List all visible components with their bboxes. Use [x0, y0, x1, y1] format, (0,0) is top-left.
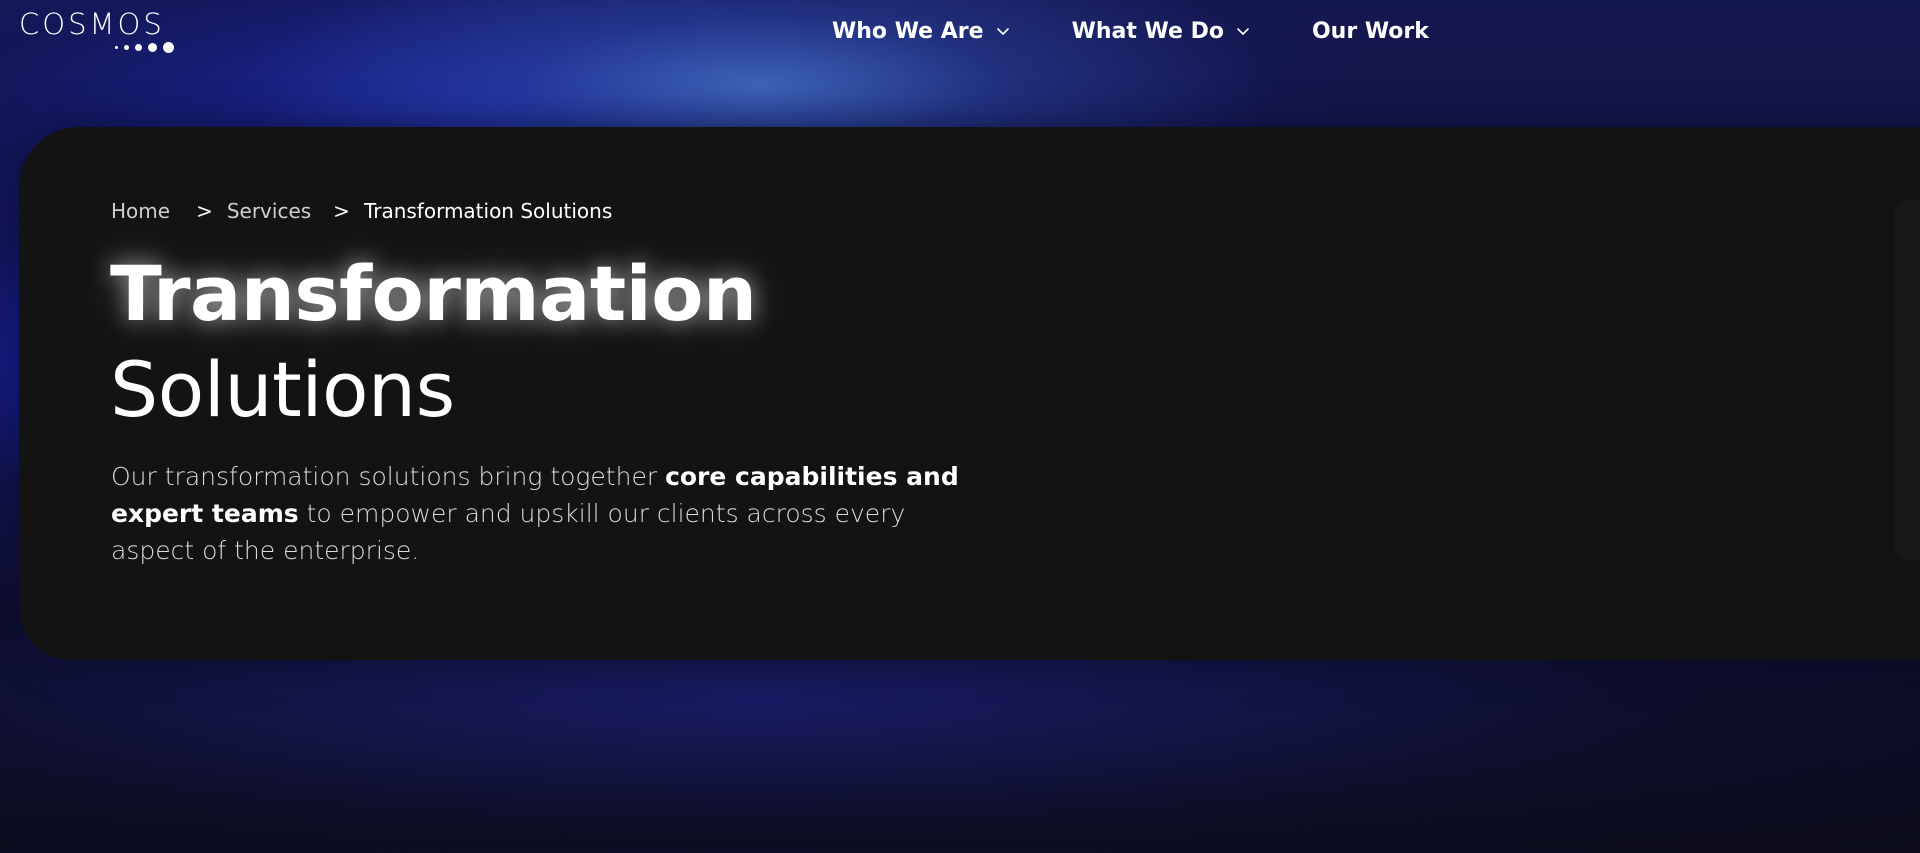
nav-item-our-work[interactable]: Our Work	[1312, 14, 1429, 48]
page-title-line1: Transformation	[110, 249, 757, 338]
brand-logo[interactable]: COSMOS	[19, 10, 189, 56]
page-title: Transformation Solutions	[110, 246, 757, 438]
hero-description-text: Our transformation solutions bring toget…	[111, 462, 666, 491]
breadcrumb-home[interactable]: Home	[111, 199, 170, 223]
breadcrumb-separator: >	[196, 199, 213, 223]
breadcrumb-services[interactable]: Services	[227, 199, 311, 223]
nav-item-label: What We Do	[1071, 18, 1224, 44]
breadcrumb-current: Transformation Solutions	[363, 199, 613, 223]
main-navigation: Who We Are What We Do Our Work	[832, 14, 1491, 48]
chevron-down-icon	[1237, 28, 1249, 35]
nav-item-label: Who We Are	[832, 18, 984, 44]
breadcrumb-separator: >	[333, 199, 350, 223]
breadcrumb: Home > Services > Transformation Solutio…	[111, 199, 612, 223]
edge-panel	[1894, 200, 1920, 560]
nav-item-label: Our Work	[1311, 18, 1429, 44]
nav-item-who-we-are[interactable]: Who We Are	[832, 14, 1010, 48]
page-title-line2: Solutions	[110, 345, 455, 434]
nav-item-what-we-do[interactable]: What We Do	[1072, 14, 1250, 48]
hero-description: Our transformation solutions bring toget…	[111, 458, 991, 569]
chevron-down-icon	[996, 28, 1009, 35]
logo-dots-icon	[115, 42, 174, 53]
logo-wordmark: COSMOS	[19, 7, 165, 41]
